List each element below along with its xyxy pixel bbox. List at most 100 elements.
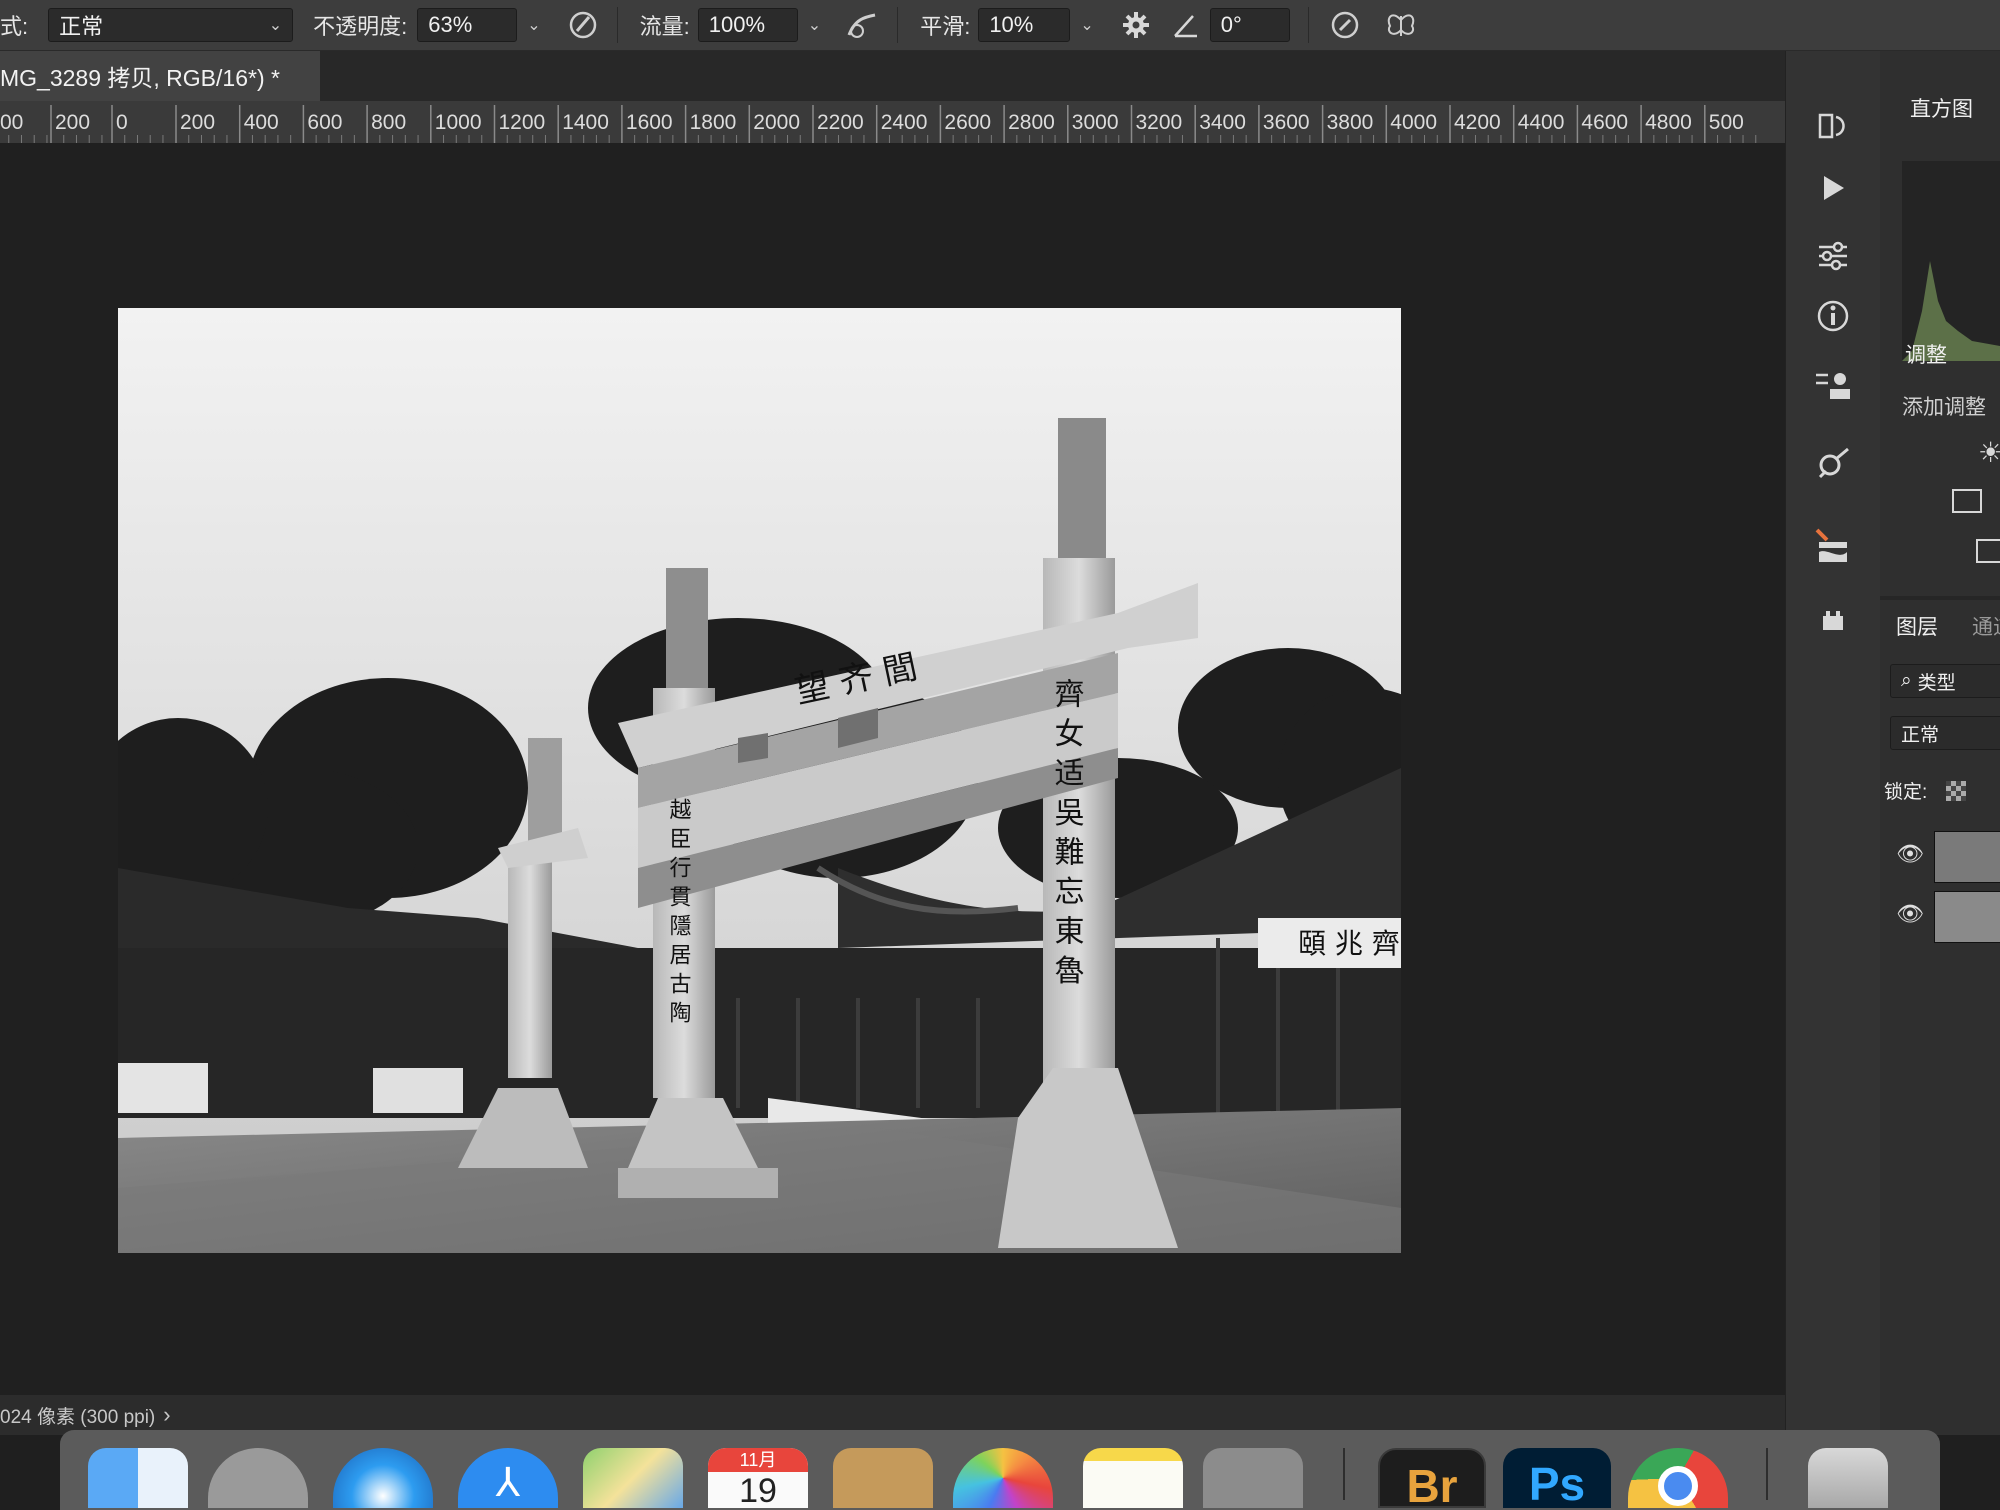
brightness-adjustment-icon[interactable]: ☀ [1978,436,2000,469]
right-pillar-inscription: 齊 女 适 吳 難 忘 東 魯 [1049,678,1084,985]
angle-field[interactable]: 0° [1209,8,1290,42]
airbrush-icon[interactable] [845,7,881,43]
eye-visibility-icon[interactable]: 👁 [1896,841,1924,867]
ruler-label: 3400 [1199,111,1246,134]
right-panels: « 直方图 调整 添加调整 ☀ 图层 通道 ⌕ 类型 正常 锁定: 👁 👁 [1880,51,2000,1435]
mode-label: 式: [0,14,29,39]
pressure-size-icon[interactable] [1327,7,1363,43]
mode-select[interactable]: 正常 ⌄ [48,8,294,42]
ruler-label: 4400 [1517,111,1565,134]
calendar-month: 11月 [708,1448,808,1472]
calendar-day: 19 [739,1472,777,1508]
ruler-label: 3800 [1326,111,1374,134]
eye-visibility-icon[interactable]: 👁 [1896,901,1924,927]
gear-icon[interactable] [1118,7,1154,43]
lock-label: 锁定: [1884,782,1928,803]
ruler-label: 2400 [880,111,928,134]
search-icon: ⌕ [1901,670,1912,691]
tab-histogram[interactable]: 直方图 [1910,93,1973,123]
opacity-label: 不透明度: [313,14,408,39]
left-pillar-inscription: 越 臣 行 貫 隱 居 古 陶 [666,798,692,1023]
play-actions-icon[interactable] [1808,163,1858,213]
dock-separator [1343,1448,1345,1500]
document-photo[interactable]: 頤 兆 齊 望 齐 閭 齊 女 适 吳 難 忘 東 魯 越 臣 行 貫 隱 居 … [118,308,1401,1253]
ruler-label: 400 [243,111,279,134]
smoothing-dropdown-icon[interactable]: ⌄ [1080,15,1093,35]
opacity-value: 63% [428,12,473,37]
document-tab[interactable]: MG_3289 拷贝, RGB/16*) * [0,51,320,101]
ruler-label: 1800 [689,111,737,134]
clone-source-stamp-icon[interactable] [1808,361,1858,411]
dock-separator [1766,1448,1768,1500]
maps-icon[interactable] [583,1448,683,1508]
ruler-label: 4800 [1645,111,1692,134]
brushes-icon[interactable] [1808,521,1858,571]
opacity-field[interactable]: 63% [417,8,518,42]
document-tab-bar: MG_3289 拷贝, RGB/16*) * [0,51,1810,101]
ruler-label: 4600 [1581,111,1629,134]
ruler-label: 1600 [625,111,673,134]
status-bar: 024 像素 (300 ppi) › [0,1395,1785,1435]
mode-value: 正常 [59,14,104,39]
chevron-down-icon: ⌄ [268,17,283,34]
document-size-info[interactable]: 024 像素 (300 ppi) [0,1402,155,1429]
divider [897,7,899,43]
layer-thumbnail[interactable] [1934,831,2000,883]
ruler-label: 2000 [753,111,801,134]
history-icon[interactable] [1808,101,1858,151]
ruler-label: 4000 [1390,111,1438,134]
memorial-archway-photo: 頤 兆 齊 望 齐 閭 齊 女 适 吳 難 忘 東 魯 越 臣 行 貫 隱 居 … [118,308,1401,1253]
layer-comps-icon[interactable] [1808,596,1858,646]
chevron-right-icon[interactable]: › [163,1402,170,1428]
angle-value: 0° [1220,12,1242,37]
adobe-bridge-icon[interactable]: Br [1378,1448,1486,1508]
levels-adjustment-icon[interactable] [1952,489,1982,513]
notes-icon[interactable] [1083,1448,1183,1508]
ruler-label: 00 [0,111,24,134]
flow-field[interactable]: 100% [697,8,798,42]
contacts-icon[interactable] [833,1448,933,1508]
symmetry-butterfly-icon[interactable] [1383,7,1419,43]
exposure-adjustment-icon[interactable] [1976,539,2000,563]
brush-settings-icon[interactable] [1808,441,1858,491]
ruler-label: 1000 [434,111,482,134]
ruler-label: 3600 [1262,111,1310,134]
photoshop-label: Ps [1528,1458,1586,1508]
opacity-dropdown-icon[interactable]: ⌄ [527,15,540,35]
ruler-label: 2600 [944,111,992,134]
kind-filter-label: 类型 [1917,672,1956,694]
ruler-label: 0 [116,111,128,134]
horizontal-ruler[interactable]: 00 200 0 200 400 600 800 1000 1200 1400 1600 1800 20… [0,101,1785,144]
ruler-label: 2200 [817,111,864,134]
document-tab-title: MG_3289 拷贝, RGB/16*) * [0,65,280,91]
info-icon[interactable] [1808,291,1858,341]
ruler-label: 200 [180,111,216,134]
calendar-icon[interactable]: 11月 19 [708,1448,808,1508]
panel-icon-column [1785,51,1881,1435]
layer-thumbnail[interactable] [1934,891,2000,943]
ruler-label: 3200 [1135,111,1183,134]
ruler-label: 800 [371,111,407,134]
smoothing-field[interactable]: 10% [978,8,1071,42]
adjustments-sliders-icon[interactable] [1808,231,1858,281]
lock-transparent-pixels-icon[interactable] [1946,781,1966,801]
ruler-label: 600 [307,111,343,134]
add-adjustment-label: 添加调整 [1902,396,1986,419]
tab-adjustments[interactable]: 调整 [1905,339,1947,369]
flow-dropdown-icon[interactable]: ⌄ [808,15,821,35]
layer-kind-filter[interactable]: ⌕ 类型 [1890,664,2000,698]
blend-mode-value: 正常 [1901,724,1940,746]
tab-channels[interactable]: 通道 [1972,611,2000,641]
photoshop-icon[interactable]: Ps [1503,1448,1611,1508]
chrome-center [1658,1466,1698,1506]
smoothing-value: 10% [989,12,1034,37]
layer-blend-mode-select[interactable]: 正常 [1890,716,2000,750]
system-preferences-icon[interactable] [1203,1448,1303,1508]
side-plaque-text: 頤 兆 齊 [1298,927,1400,960]
tab-layers[interactable]: 图层 [1896,611,1938,641]
trash-icon[interactable] [1808,1448,1888,1508]
finder-icon[interactable] [88,1448,188,1508]
canvas-area[interactable]: 頤 兆 齊 望 齐 閭 齊 女 适 吳 難 忘 東 魯 越 臣 行 貫 隱 居 … [0,143,1785,1395]
pressure-opacity-icon[interactable] [565,7,601,43]
angle-icon [1168,7,1204,43]
